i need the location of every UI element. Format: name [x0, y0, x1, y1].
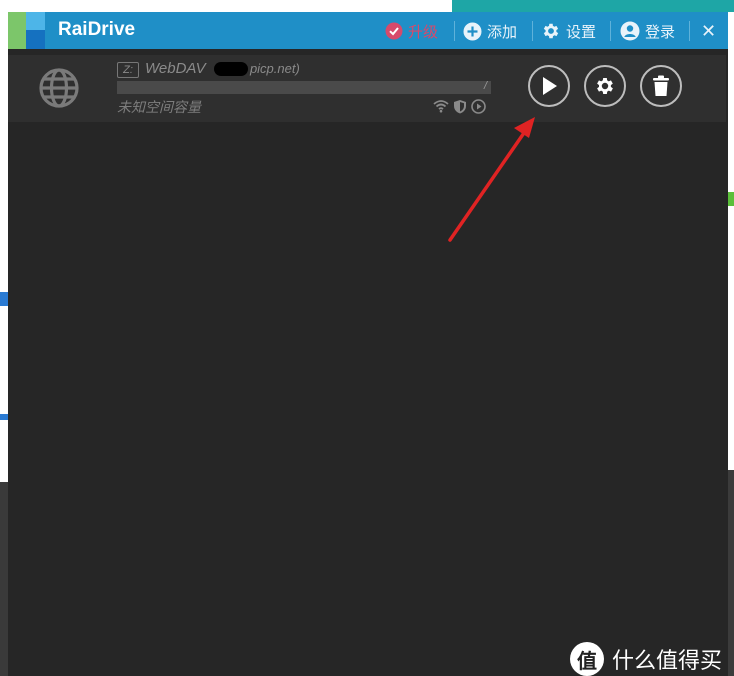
delete-drive-button[interactable] [640, 65, 682, 107]
upgrade-label: 升级 [408, 23, 439, 41]
watermark-logo-icon: 值 [570, 642, 604, 676]
raidrive-logo-icon [8, 12, 45, 49]
add-label: 添加 [487, 23, 518, 41]
drive-path: / [483, 80, 487, 92]
play-small-icon [471, 99, 486, 114]
play-icon [543, 77, 557, 95]
login-label: 登录 [645, 23, 676, 41]
drive-list-item[interactable]: Z: WebDAV picp.net) / 未知空间容量 [8, 55, 726, 122]
check-badge-icon [385, 22, 403, 40]
drive-name: WebDAV picp.net) [145, 60, 300, 77]
trash-icon [653, 75, 669, 96]
close-icon: ✕ [701, 20, 717, 41]
toolbar-divider [689, 21, 690, 41]
login-button[interactable]: 登录 [620, 20, 675, 42]
toolbar-divider [610, 21, 611, 41]
toolbar-divider [454, 21, 455, 41]
drive-host: picp.net) [249, 61, 300, 76]
drive-settings-button[interactable] [584, 65, 626, 107]
drive-letter-badge: Z: [117, 62, 139, 78]
gear-icon [597, 78, 613, 94]
connect-play-button[interactable] [528, 65, 570, 107]
toolbar-divider [532, 21, 533, 41]
status-icons [433, 99, 486, 114]
user-icon [620, 21, 640, 41]
wifi-icon [433, 100, 449, 113]
desktop-background [452, 0, 734, 12]
shield-icon [454, 100, 466, 114]
app-title: RaiDrive [58, 19, 136, 40]
desktop-background [0, 292, 8, 306]
watermark-text: 什么值得买 [612, 648, 723, 673]
redaction-mark [213, 62, 248, 77]
globe-icon [39, 68, 79, 108]
settings-button[interactable]: 设置 [541, 20, 596, 42]
raidrive-window: RaiDrive 升级 添加 设置 登录 ✕ Z: WebDAV picp.ne… [8, 12, 728, 676]
title-bar: RaiDrive 升级 添加 设置 登录 ✕ [8, 12, 728, 49]
desktop-background [0, 414, 8, 420]
settings-label: 设置 [566, 23, 597, 41]
drive-type: WebDAV [145, 60, 206, 77]
upgrade-button[interactable]: 升级 [385, 20, 438, 42]
plus-circle-icon [463, 22, 482, 40]
desktop-background [0, 482, 8, 676]
gear-icon [543, 23, 559, 39]
watermark: 值 什么值得买 [570, 642, 722, 676]
drive-path-bar: / [117, 80, 491, 94]
capacity-text: 未知空间容量 [117, 99, 201, 115]
close-button[interactable]: ✕ [701, 20, 716, 42]
desktop-background [728, 192, 734, 206]
add-button[interactable]: 添加 [463, 20, 517, 42]
